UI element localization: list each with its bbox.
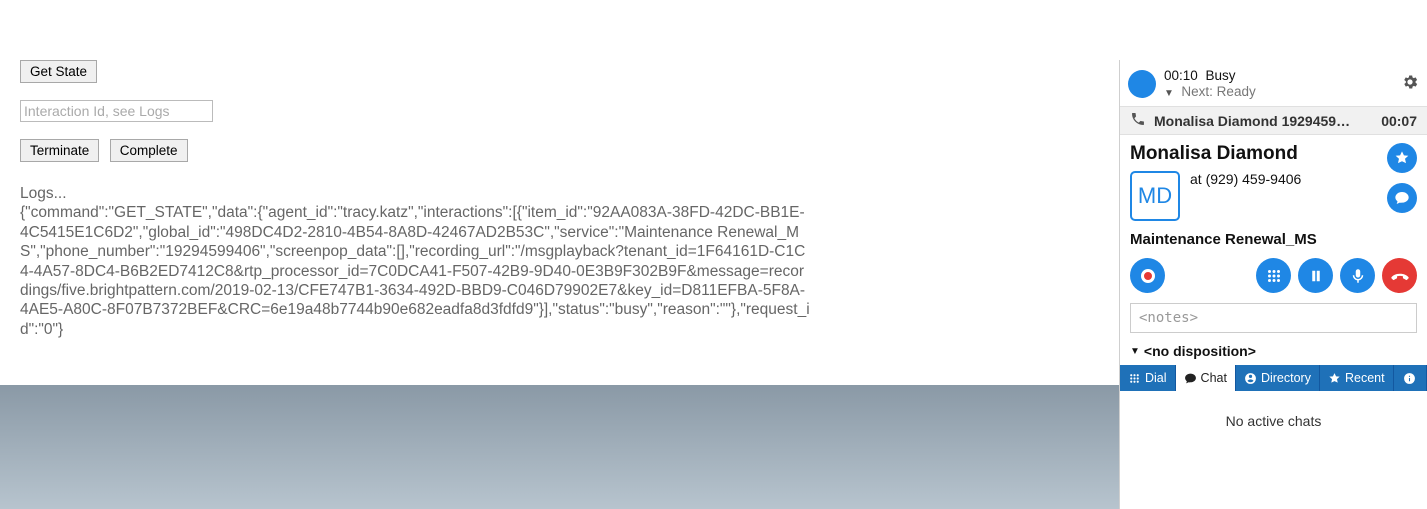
agent-status-bar: 00:10 Busy ▼ Next: Ready xyxy=(1120,60,1427,106)
hold-button[interactable] xyxy=(1298,258,1333,293)
logs-heading: Logs... xyxy=(20,184,810,203)
active-call-row[interactable]: Monalisa Diamond 1929459… 00:07 xyxy=(1120,106,1427,135)
status-timer: 00:10 xyxy=(1164,68,1198,84)
tab-dial[interactable]: Dial xyxy=(1120,365,1176,391)
notes-input[interactable] xyxy=(1130,303,1417,333)
call-controls xyxy=(1120,252,1427,303)
chat-panel-body: No active chats xyxy=(1120,391,1427,509)
contact-avatar: MD xyxy=(1130,171,1180,221)
contact-name: Monalisa Diamond xyxy=(1130,143,1387,165)
tab-directory[interactable]: Directory xyxy=(1236,365,1320,391)
test-harness-panel: Get State Terminate Complete Logs... {"c… xyxy=(0,0,1119,509)
favorite-button[interactable] xyxy=(1387,143,1417,173)
dialpad-button[interactable] xyxy=(1256,258,1291,293)
hangup-button[interactable] xyxy=(1382,258,1417,293)
tab-info[interactable] xyxy=(1394,365,1427,391)
logs-body: {"command":"GET_STATE","data":{"agent_id… xyxy=(20,203,810,339)
service-name: Maintenance Renewal_MS xyxy=(1120,225,1427,252)
tab-dial-label: Dial xyxy=(1145,371,1167,385)
bottom-tabs: Dial Chat Directory Recent xyxy=(1120,365,1427,391)
background-gradient xyxy=(0,385,1119,509)
mute-button[interactable] xyxy=(1340,258,1375,293)
agent-desktop-panel: 00:10 Busy ▼ Next: Ready Monalisa Diamon… xyxy=(1119,60,1427,509)
phone-icon xyxy=(1130,111,1146,130)
contact-card: Monalisa Diamond MD at (929) 459-9406 xyxy=(1120,135,1427,225)
chat-button[interactable] xyxy=(1387,183,1417,213)
active-call-timer: 00:07 xyxy=(1381,113,1417,129)
tab-chat[interactable]: Chat xyxy=(1176,365,1236,391)
complete-button[interactable]: Complete xyxy=(110,139,188,162)
tab-directory-label: Directory xyxy=(1261,371,1311,385)
get-state-button[interactable]: Get State xyxy=(20,60,97,83)
terminate-button[interactable]: Terminate xyxy=(20,139,99,162)
tab-chat-label: Chat xyxy=(1201,371,1227,385)
status-label: Busy xyxy=(1206,68,1236,83)
status-chevron-down-icon[interactable]: ▼ xyxy=(1164,88,1174,99)
status-dot-icon xyxy=(1128,70,1156,98)
empty-chat-label: No active chats xyxy=(1226,413,1322,429)
interaction-id-input[interactable] xyxy=(20,100,213,122)
active-call-name: Monalisa Diamond 1929459… xyxy=(1154,113,1350,129)
disposition-dropdown[interactable]: ▼ <no disposition> xyxy=(1120,333,1427,365)
status-next-label: Next: Ready xyxy=(1181,84,1255,99)
caret-down-icon: ▼ xyxy=(1130,346,1140,357)
settings-icon[interactable] xyxy=(1401,73,1419,96)
record-button[interactable] xyxy=(1130,258,1165,293)
tab-recent-label: Recent xyxy=(1345,371,1385,385)
disposition-label: <no disposition> xyxy=(1144,343,1256,359)
contact-phone-line: at (929) 459-9406 xyxy=(1190,171,1301,187)
tab-recent[interactable]: Recent xyxy=(1320,365,1394,391)
